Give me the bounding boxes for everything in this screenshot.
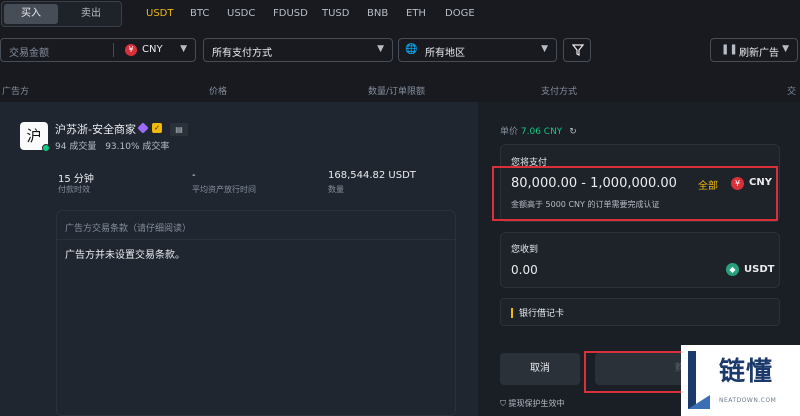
watermark-logo: 链懂 NEATDOWN.COM <box>681 345 800 416</box>
coin-tab-usdt[interactable]: USDT <box>146 8 190 22</box>
refresh-icon[interactable]: ↻ <box>569 127 577 137</box>
divider <box>113 43 114 57</box>
completion-rate: 93.10% 成交率 <box>105 142 170 152</box>
chevron-down-icon: ▼ <box>541 44 548 54</box>
online-status-icon <box>42 144 50 152</box>
cny-icon: ¥ <box>125 44 137 56</box>
payment-time-label: 付款时效 <box>58 185 90 194</box>
chevron-down-icon: ▼ <box>377 44 384 54</box>
amount-filter: 交易金额 ¥ CNY ▼ <box>0 38 196 62</box>
region-filter[interactable]: 🌐 所有地区 ▼ <box>398 38 557 62</box>
receive-amount-field[interactable]: 您收到 0.00 ◆ USDT <box>500 232 780 288</box>
divider <box>57 239 455 240</box>
order-count: 94 成交量 <box>55 142 97 152</box>
pause-icon: ❚❚ <box>721 44 738 55</box>
region-select: 所有地区 <box>425 48 465 59</box>
coin-tab-eth[interactable]: ETH <box>406 8 445 22</box>
chevron-down-icon: ▼ <box>782 44 789 54</box>
watermark-text: 链懂 <box>719 357 774 387</box>
release-time-label: 平均资产放行时间 <box>192 185 256 194</box>
terms-box: 广告方交易条款（请仔细阅读） 广告方并未设置交易条款。 <box>56 210 456 416</box>
coin-tab-fdusd[interactable]: FDUSD <box>273 8 322 22</box>
watermark-domain: NEATDOWN.COM <box>719 397 777 404</box>
top-bar: 买入 卖出 USDT BTC USDC FDUSD TUSD BNB ETH D… <box>0 0 800 28</box>
payment-method-indicator <box>511 308 513 318</box>
coin-tab-usdc[interactable]: USDC <box>227 8 273 22</box>
withdraw-protection: ⛉ 提现保护生效中 <box>500 398 565 409</box>
shield-badge-icon: ✓ <box>152 123 162 133</box>
terms-body: 广告方并未设置交易条款。 <box>65 250 185 261</box>
payment-time-value: 15 分钟 <box>58 174 94 185</box>
id-card-icon: ▤ <box>170 123 188 136</box>
merchant-name[interactable]: 沪苏浙-安全商家 <box>55 121 136 137</box>
unit-price-value: 7.06 CNY <box>520 127 563 137</box>
terms-title: 广告方交易条款（请仔细阅读） <box>65 224 192 234</box>
coin-tab-bnb[interactable]: BNB <box>367 8 406 22</box>
usdt-icon: ◆ <box>726 263 739 276</box>
coin-tab-doge[interactable]: DOGE <box>445 8 485 22</box>
sell-tab[interactable]: 卖出 <box>62 4 120 24</box>
column-price: 价格 <box>209 87 228 97</box>
refresh-ads-button[interactable]: ❚❚ 刷新广告 ▼ <box>710 38 798 62</box>
cancel-button[interactable]: 取消 <box>500 353 580 385</box>
highlight-frame <box>492 166 778 221</box>
column-amount-limit: 数量/订单限额 <box>368 87 426 97</box>
refresh-ads-label: 刷新广告 <box>739 48 779 59</box>
currency-select[interactable]: CNY <box>142 44 163 55</box>
unit-price-label: 单价 <box>500 127 519 137</box>
chevron-down-icon: ▼ <box>180 44 187 54</box>
payment-filter[interactable]: 所有支付方式 ▼ <box>203 38 393 62</box>
globe-icon: 🌐 <box>405 44 418 55</box>
amount-input[interactable]: 交易金额 <box>9 44 49 59</box>
filter-button[interactable] <box>563 38 591 62</box>
receive-label: 您收到 <box>511 245 539 255</box>
logo-mark-icon <box>688 351 710 409</box>
available-amount-value: 168,544.82 USDT <box>328 170 416 181</box>
buy-sell-toggle: 买入 卖出 <box>1 1 122 27</box>
payment-select: 所有支付方式 <box>212 48 272 59</box>
receive-currency: USDT <box>744 264 775 275</box>
filter-icon <box>572 44 584 56</box>
merchant-stats: 94 成交量 93.10% 成交率 <box>55 139 169 152</box>
column-trade: 交 <box>787 87 797 97</box>
bank-card-label: 银行借记卡 <box>519 309 565 319</box>
payment-method-bank[interactable]: 银行借记卡 <box>500 298 780 326</box>
unit-price: 单价 7.06 CNY ↻ <box>500 124 577 137</box>
available-amount-label: 数量 <box>328 185 344 194</box>
coin-tab-btc[interactable]: BTC <box>190 8 227 22</box>
advertiser-pane: 沪 沪苏浙-安全商家 ✓ ▤ 94 成交量 93.10% 成交率 15 分钟 付… <box>0 102 478 416</box>
coin-tab-tusd[interactable]: TUSD <box>322 8 367 22</box>
receive-amount-input[interactable]: 0.00 <box>511 263 538 277</box>
buy-tab[interactable]: 买入 <box>4 4 58 24</box>
column-advertiser: 广告方 <box>2 87 30 97</box>
column-payment: 支付方式 <box>541 87 578 97</box>
shield-icon: ⛉ <box>500 399 506 408</box>
withdraw-protection-label: 提现保护生效中 <box>508 399 565 408</box>
highlight-frame <box>584 351 692 393</box>
coin-tabs: USDT BTC USDC FDUSD TUSD BNB ETH DOGE <box>146 8 485 22</box>
release-time-value: - <box>192 170 196 181</box>
verified-merchant-icon <box>137 122 149 134</box>
